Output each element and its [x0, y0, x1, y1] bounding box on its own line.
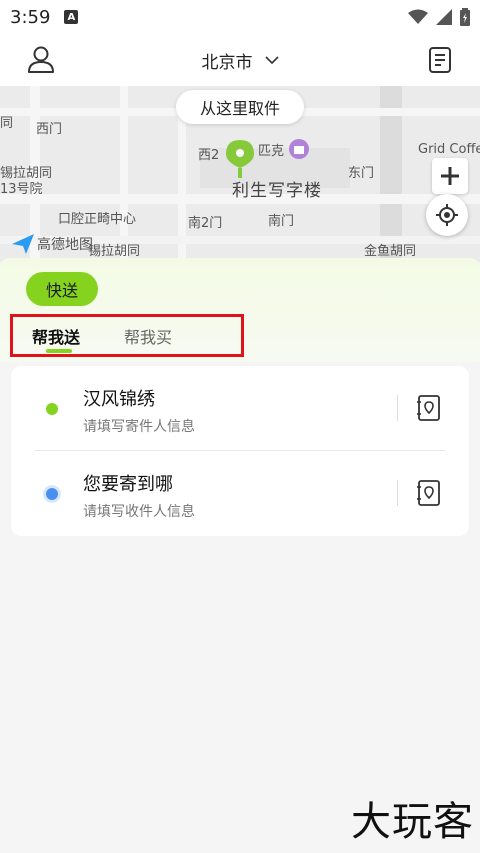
amap-logo-icon [12, 234, 34, 254]
tab-help-send[interactable]: 帮我送 [32, 324, 80, 348]
map-label-xila-hutong: 锡拉胡同 [88, 244, 141, 259]
map-label-ximen: 西门 [36, 122, 63, 137]
tab-indicator [46, 349, 72, 353]
city-label: 北京市 [201, 52, 253, 73]
plus-icon [441, 167, 459, 185]
chevron-down-icon [264, 56, 279, 65]
service-chip-express[interactable]: 快送 [26, 272, 98, 306]
sender-title: 汉风锦绣 [83, 389, 155, 410]
map-pin-icon [226, 140, 254, 178]
city-selector[interactable]: 北京市 [202, 48, 279, 73]
address-book-icon[interactable] [417, 480, 441, 506]
app-header: 北京市 [0, 34, 480, 86]
battery-icon [460, 8, 470, 26]
map-label-south2: 南2门 [188, 216, 223, 231]
amap-logo-label: 高德地图 [37, 237, 93, 253]
map-label-jinyu-hutong: 金鱼胡同 [364, 244, 417, 259]
sender-dot [46, 403, 58, 415]
order-list-icon[interactable] [428, 46, 452, 74]
zoom-in-button[interactable] [432, 158, 468, 194]
receiver-subtitle: 请填写收件人信息 [83, 504, 195, 520]
separator [397, 395, 398, 421]
map-label-no13: 13号院 [0, 182, 43, 197]
map-label-grid-coffee: Grid Coffe [418, 142, 480, 157]
wifi-icon [408, 9, 428, 24]
watermark: 大玩客 [351, 799, 474, 845]
status-icons [408, 8, 470, 26]
map-label-west2: 西2 [198, 148, 220, 163]
status-time: 3:59 [10, 6, 51, 28]
shop-icon [289, 139, 309, 159]
status-bar: 3:59 A [0, 0, 480, 34]
map-label-nanmen: 南门 [268, 214, 295, 229]
map-label-dongmen: 东门 [348, 166, 375, 181]
user-icon[interactable] [26, 44, 56, 74]
receiver-dot [46, 488, 58, 500]
map-label-tong: 同 [0, 116, 14, 131]
notification-icon: A [64, 10, 79, 24]
address-book-icon[interactable] [417, 395, 441, 421]
receiver-title: 您要寄到哪 [83, 474, 173, 495]
address-card: 汉风锦绣 请填写寄件人信息 您要寄到哪 请填写收件人信息 [11, 366, 469, 536]
amap-logo: 高德地图 [12, 234, 93, 254]
locate-icon [436, 204, 458, 226]
locate-button[interactable] [426, 194, 468, 236]
tab-help-buy[interactable]: 帮我买 [124, 324, 172, 348]
sender-row[interactable]: 汉风锦绣 请填写寄件人信息 [11, 366, 469, 451]
receiver-row[interactable]: 您要寄到哪 请填写收件人信息 [11, 451, 469, 536]
pickup-bubble[interactable]: 从这里取件 [176, 90, 304, 124]
separator [397, 480, 398, 506]
map-label-dental: 口腔正畸中心 [58, 212, 137, 227]
sender-subtitle: 请填写寄件人信息 [83, 419, 195, 435]
signal-icon [436, 9, 452, 25]
map-view[interactable]: 同 西门 锡拉胡同 13号院 西2 匹克 利生写字楼 东门 Grid Coffe… [0, 86, 480, 262]
map-label-pike: 匹克 [258, 144, 285, 159]
map-label-lisheng-building: 利生写字楼 [232, 181, 322, 201]
